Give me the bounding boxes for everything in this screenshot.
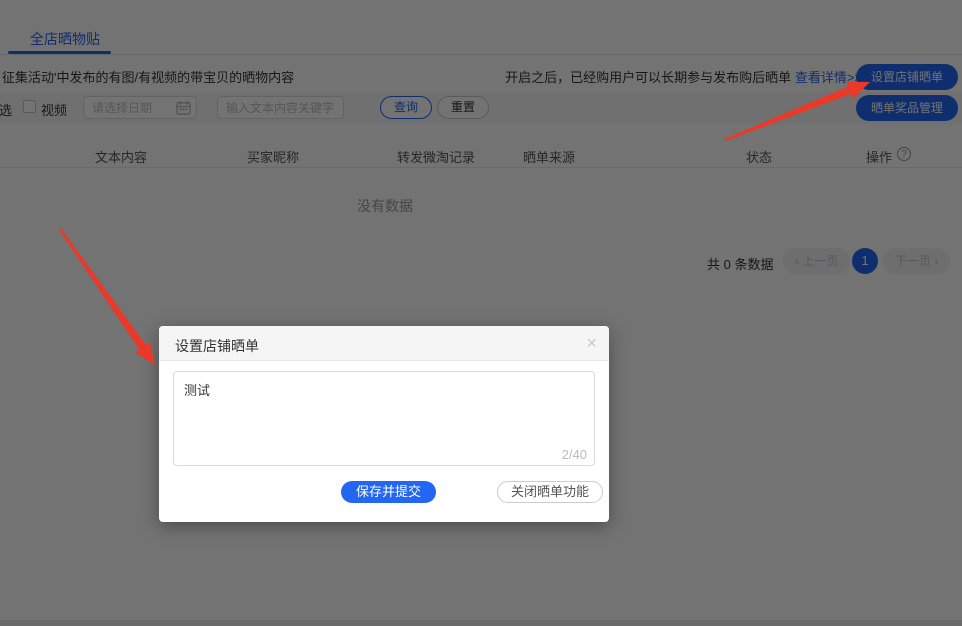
save-submit-button[interactable]: 保存并提交: [341, 481, 436, 503]
char-counter: 2/40: [562, 447, 587, 462]
modal-footer: 保存并提交 关闭晒单功能: [159, 481, 609, 507]
close-icon[interactable]: ×: [586, 333, 597, 353]
setup-shop-share-modal: 设置店铺晒单 × 测试 2/40 保存并提交 关闭晒单功能: [159, 326, 609, 522]
close-feature-button[interactable]: 关闭晒单功能: [497, 481, 603, 503]
textarea-wrapper: 测试 2/40: [173, 371, 595, 466]
modal-backdrop[interactable]: [0, 0, 962, 626]
modal-title: 设置店铺晒单: [175, 336, 259, 356]
share-text-input[interactable]: 测试: [173, 371, 595, 466]
modal-header: 设置店铺晒单 ×: [159, 326, 609, 361]
